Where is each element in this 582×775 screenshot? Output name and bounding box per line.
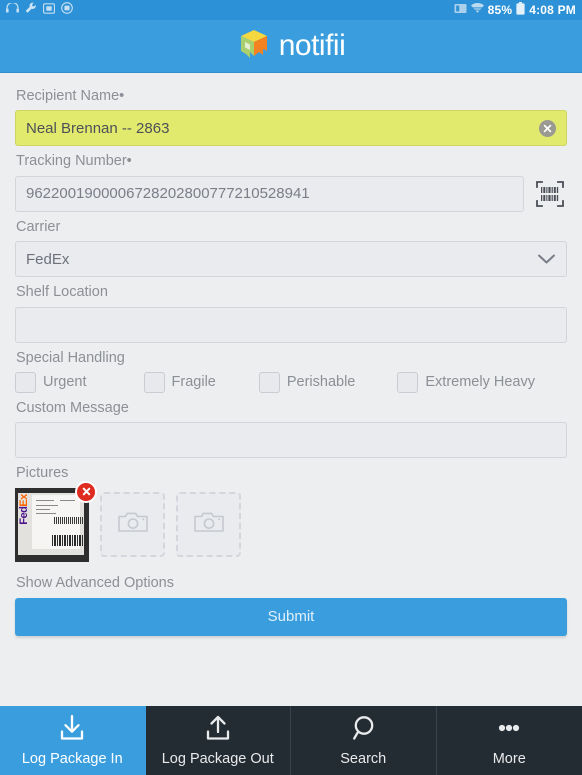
tab-search[interactable]: Search <box>291 706 437 775</box>
notifii-logo: notifii <box>237 27 346 66</box>
recipient-name-input[interactable]: Neal Brennan -- 2863 <box>15 110 567 147</box>
checkbox-urgent[interactable]: Urgent <box>15 371 87 393</box>
picture-thumbnail[interactable]: FedEx <box>15 480 97 562</box>
checkbox-label: Perishable <box>286 374 356 391</box>
recipient-required-mark: • <box>119 88 125 104</box>
recipient-name-label-text: Recipient Name <box>16 88 120 104</box>
submit-button[interactable]: Submit <box>15 597 567 636</box>
pictures-label: Pictures <box>16 465 69 482</box>
upload-tray-icon <box>203 714 233 747</box>
package-form: Recipient Name• Neal Brennan -- 2863 Tra… <box>0 73 582 706</box>
tab-label: Log Package In <box>21 751 123 768</box>
tab-log-package-out[interactable]: Log Package Out <box>146 706 291 775</box>
add-picture-slot-1[interactable] <box>100 491 165 557</box>
tab-more[interactable]: More <box>437 706 582 775</box>
carrier-value: FedEx <box>26 250 70 268</box>
barcode-scan-button[interactable] <box>533 177 567 211</box>
sim-icon <box>454 2 467 18</box>
special-handling-label: Special Handling <box>16 349 125 366</box>
checkbox-box-icon[interactable] <box>15 371 36 393</box>
wifi-icon <box>470 2 484 18</box>
camera-icon <box>193 510 224 539</box>
battery-icon <box>516 1 525 19</box>
camera-icon <box>117 510 148 539</box>
tab-label: More <box>492 751 526 768</box>
checkbox-label: Extremely Heavy <box>425 374 535 391</box>
headset-icon <box>6 1 19 18</box>
tracking-required-mark: • <box>126 153 132 170</box>
tracking-number-value: 9622001900006728202800777210528941 <box>26 185 310 203</box>
ellipsis-icon <box>494 714 524 747</box>
shelf-location-input[interactable] <box>15 306 567 343</box>
custom-message-input[interactable] <box>15 422 567 459</box>
checkbox-box-icon[interactable] <box>258 371 280 393</box>
recipient-name-value: Neal Brennan -- 2863 <box>26 119 170 137</box>
download-tray-icon <box>57 714 87 747</box>
tab-label: Log Package Out <box>161 751 274 768</box>
bottom-tab-bar: Log Package In Log Package Out Search Mo… <box>0 706 582 775</box>
carrier-label: Carrier <box>16 218 61 235</box>
tracking-number-row: 9622001900006728202800777210528941 <box>15 175 567 212</box>
fedex-brand-mark: FedEx <box>17 493 30 525</box>
status-bar-right-icons: 85% 4:08 PM <box>454 1 576 19</box>
sd-card-icon <box>43 2 55 18</box>
shelf-location-label: Shelf Location <box>16 284 108 301</box>
notifii-wordmark: notifii <box>278 29 346 62</box>
checkbox-extremely-heavy[interactable]: Extremely Heavy <box>397 371 535 393</box>
checkbox-label: Fragile <box>171 374 216 391</box>
recipient-name-label: Recipient Name• <box>16 88 567 105</box>
tab-log-package-in[interactable]: Log Package In <box>0 706 146 775</box>
app-badge-icon <box>61 2 73 18</box>
checkbox-box-icon[interactable] <box>397 371 419 393</box>
checkbox-label: Urgent <box>43 374 87 391</box>
tracking-number-label: Tracking Number• <box>16 153 567 170</box>
special-handling-options: Urgent Fragile Perishable Extremely Heav… <box>15 371 567 393</box>
tracking-number-input[interactable]: 9622001900006728202800777210528941 <box>15 175 524 212</box>
add-picture-slot-2[interactable] <box>176 491 241 557</box>
photo-shipping-label <box>32 494 89 549</box>
status-bar-left-icons <box>6 1 73 18</box>
show-advanced-options-link[interactable]: Show Advanced Options <box>16 575 567 591</box>
checkbox-perishable[interactable]: Perishable <box>258 371 356 393</box>
wrench-icon <box>25 2 37 18</box>
checkbox-box-icon[interactable] <box>143 371 165 393</box>
custom-message-label: Custom Message <box>16 399 129 416</box>
clock-label: 4:08 PM <box>529 3 576 17</box>
tracking-number-label-text: Tracking Number <box>16 153 127 170</box>
checkbox-fragile[interactable]: Fragile <box>143 371 216 393</box>
notifii-log-package-in-screen: 85% 4:08 PM notifii Recipient Name• Neal… <box>0 0 582 775</box>
pictures-row: FedEx <box>15 480 567 562</box>
chevron-down-icon <box>537 253 556 265</box>
battery-percent-label: 85% <box>487 3 513 17</box>
notifii-box-logo-icon <box>237 27 271 66</box>
search-icon <box>349 714 377 747</box>
submit-button-label: Submit <box>267 608 315 626</box>
clear-circle-icon[interactable] <box>539 119 556 137</box>
status-bar: 85% 4:08 PM <box>0 0 582 20</box>
app-header: notifii <box>0 20 582 73</box>
delete-circle-icon[interactable] <box>75 480 97 503</box>
carrier-select[interactable]: FedEx <box>15 241 567 278</box>
tab-label: Search <box>340 751 387 768</box>
